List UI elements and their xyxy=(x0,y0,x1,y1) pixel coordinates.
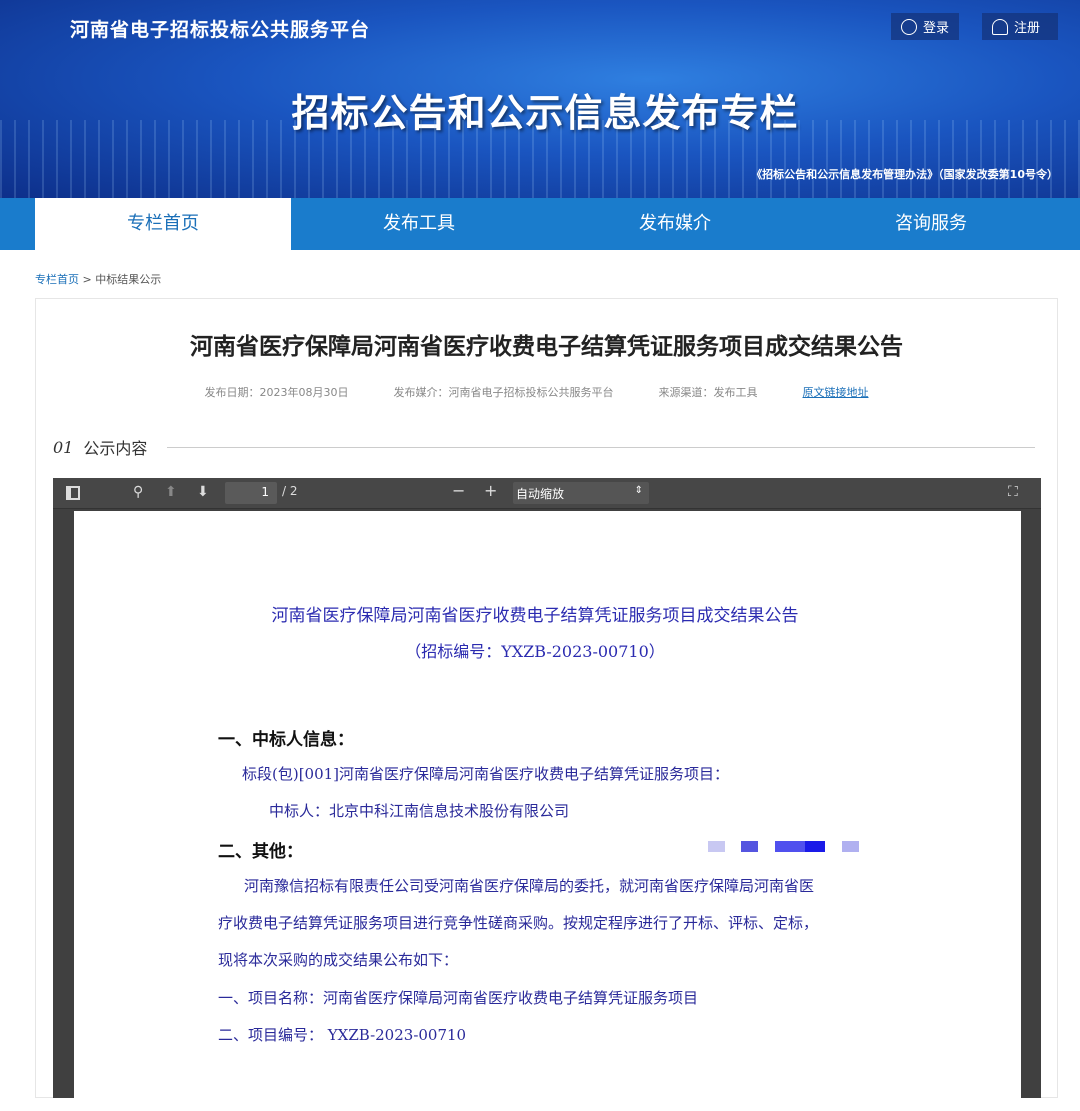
pdf-toolbar: ⚲ ⬆ ⬇ 1 / 2 − + 自动缩放 ⇕ ⛶ xyxy=(53,478,1041,509)
main-nav: 专栏首页 发布工具 发布媒介 咨询服务 xyxy=(0,198,1080,250)
redacted-block xyxy=(741,841,758,852)
original-link[interactable]: 原文链接地址 xyxy=(803,384,869,400)
pdf-page: 河南省医疗保障局河南省医疗收费电子结算凭证服务项目成交结果公告 （招标编号：YX… xyxy=(74,511,1021,1111)
doc-item-code: 二、项目编号： YXZB-2023-00710 xyxy=(218,1026,467,1044)
user-circle-icon xyxy=(901,18,917,35)
article-meta: 发布日期：2023年08月30日 发布媒介：河南省电子招标投标公共服务平台 来源… xyxy=(36,384,1057,400)
previous-page-icon[interactable]: ⬆ xyxy=(165,484,177,500)
doc-item-name: 一、项目名称：河南省医疗保障局河南省医疗收费电子结算凭证服务项目 xyxy=(218,989,699,1007)
publish-date: 发布日期：2023年08月30日 xyxy=(204,386,349,399)
doc-code: （招标编号：YXZB-2023-00710） xyxy=(405,642,665,661)
doc-heading-1: 一、中标人信息： xyxy=(218,730,354,750)
page-number-input[interactable]: 1 xyxy=(225,482,277,504)
redacted-block xyxy=(842,841,859,852)
site-name: 河南省电子招标投标公共服务平台 xyxy=(70,19,371,41)
pdf-viewer: ⚲ ⬆ ⬇ 1 / 2 − + 自动缩放 ⇕ ⛶ 河南省医疗保障局河南省医疗收费电… xyxy=(53,478,1041,1111)
page-title: 河南省医疗保障局河南省医疗收费电子结算凭证服务项目成交结果公告 xyxy=(190,334,903,360)
redacted-block xyxy=(775,841,825,852)
breadcrumb-current: 中标结果公示 xyxy=(95,273,162,286)
zoom-in-button[interactable]: + xyxy=(484,481,497,500)
sidebar-toggle-icon[interactable] xyxy=(66,486,80,500)
doc-paragraph-line: 疗收费电子结算凭证服务项目进行竞争性磋商采购。按规定程序进行了开标、评标、定标， xyxy=(218,914,819,932)
doc-title: 河南省医疗保障局河南省医疗收费电子结算凭证服务项目成交结果公告 xyxy=(271,606,799,626)
user-icon xyxy=(992,18,1008,35)
article-card: 河南省医疗保障局河南省医疗收费电子结算凭证服务项目成交结果公告 发布日期：202… xyxy=(35,298,1058,1111)
divider xyxy=(167,446,1035,448)
login-label: 登录 xyxy=(923,21,950,36)
breadcrumb-sep: > xyxy=(79,273,96,286)
banner: 河南省电子招标投标公共服务平台 登录 注册 招标公告和公示信息发布专栏 《招标公… xyxy=(0,0,1080,198)
tab-home[interactable]: 专栏首页 xyxy=(35,198,291,250)
tab-publish-tools[interactable]: 发布工具 xyxy=(291,198,547,250)
login-button[interactable]: 登录 xyxy=(891,13,960,40)
law-reference: 《招标公告和公示信息发布管理办法》（国家发改委第10号令） xyxy=(751,168,1058,181)
register-button[interactable]: 注册 xyxy=(982,13,1058,40)
zoom-select[interactable]: 自动缩放 ⇕ xyxy=(513,482,649,504)
zoom-out-button[interactable]: − xyxy=(452,481,465,500)
tab-publish-media[interactable]: 发布媒介 xyxy=(547,198,803,250)
zoom-value: 自动缩放 xyxy=(516,487,565,501)
tab-consulting[interactable]: 咨询服务 xyxy=(803,198,1059,250)
register-label: 注册 xyxy=(1014,21,1041,36)
redacted-block xyxy=(708,841,725,852)
doc-paragraph-line: 河南豫信招标有限责任公司受河南省医疗保障局的委托，就河南省医疗保障局河南省医 xyxy=(244,877,815,895)
select-arrow-icon: ⇕ xyxy=(634,485,643,496)
page-total: / 2 xyxy=(282,484,298,498)
search-icon[interactable]: ⚲ xyxy=(133,484,143,500)
doc-paragraph-line: 现将本次采购的成交结果公布如下： xyxy=(218,951,459,969)
doc-winner: 中标人：北京中科江南信息技术股份有限公司 xyxy=(269,802,570,820)
section-label: 公示内容 xyxy=(83,439,148,458)
breadcrumb: 专栏首页 > 中标结果公示 xyxy=(35,271,161,287)
section-number: 01 xyxy=(53,437,74,457)
publish-media: 发布媒介：河南省电子招标投标公共服务平台 xyxy=(393,386,614,399)
next-page-icon[interactable]: ⬇ xyxy=(197,484,209,500)
section-header: 01 公示内容 xyxy=(53,435,1035,459)
breadcrumb-home[interactable]: 专栏首页 xyxy=(35,273,79,286)
source-channel: 来源渠道：发布工具 xyxy=(658,386,758,399)
doc-heading-2: 二、其他： xyxy=(218,842,303,862)
doc-lot: 标段(包)[001]河南省医疗保障局河南省医疗收费电子结算凭证服务项目： xyxy=(242,765,730,783)
banner-title: 招标公告和公示信息发布专栏 xyxy=(291,91,799,135)
fullscreen-icon[interactable]: ⛶ xyxy=(1008,484,1018,500)
